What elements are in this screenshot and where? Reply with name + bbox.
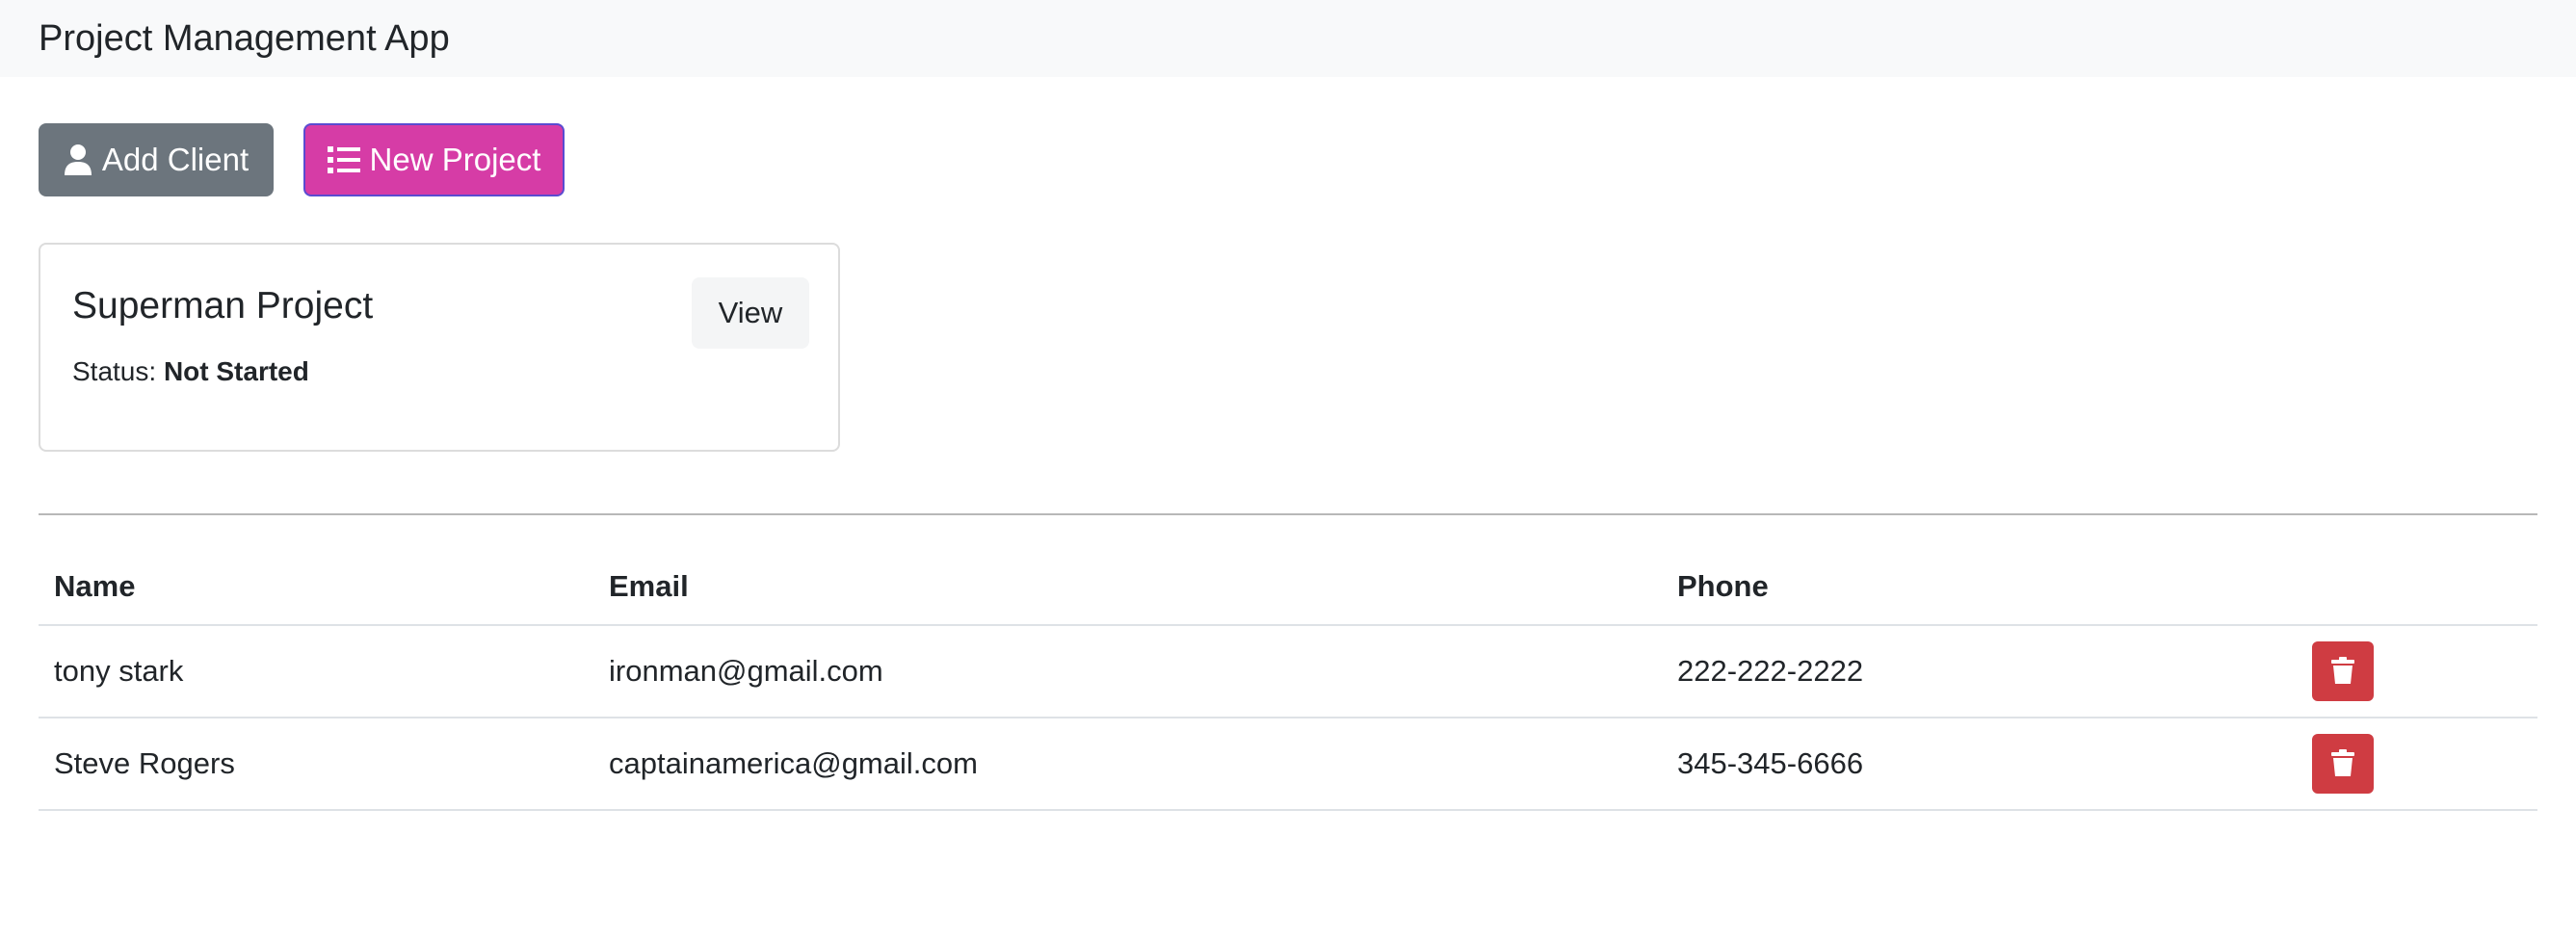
section-divider (39, 513, 2537, 515)
table-header-row: Name Email Phone (39, 549, 2537, 626)
header-email: Email (609, 569, 689, 603)
delete-client-button[interactable] (2312, 734, 2374, 794)
new-project-button[interactable]: New Project (303, 123, 565, 196)
client-name: Steve Rogers (54, 746, 235, 780)
list-icon (327, 145, 360, 174)
client-name: tony stark (54, 654, 184, 688)
status-value: Not Started (163, 356, 309, 386)
view-project-button[interactable]: View (692, 277, 809, 349)
add-client-label: Add Client (101, 142, 250, 177)
add-client-button[interactable]: Add Client (39, 123, 274, 196)
client-actions (2312, 718, 2374, 809)
new-project-label: New Project (369, 142, 541, 177)
project-title: Superman Project (72, 285, 374, 326)
clients-table: Name Email Phone tony stark ironman@gmai… (39, 549, 2537, 811)
delete-client-button[interactable] (2312, 641, 2374, 701)
status-label: Status: (72, 356, 157, 386)
project-card: Superman Project Status: Not Started Vie… (39, 243, 840, 452)
navbar: Project Management App (0, 0, 2576, 77)
project-status: Status: Not Started (72, 356, 309, 387)
client-email: ironman@gmail.com (609, 654, 883, 688)
client-actions (2312, 626, 2374, 717)
user-icon (64, 144, 92, 176)
client-phone: 222-222-2222 (1677, 654, 1864, 688)
trash-icon (2331, 748, 2354, 779)
header-name: Name (54, 569, 136, 603)
client-email: captainamerica@gmail.com (609, 746, 978, 780)
app-brand[interactable]: Project Management App (39, 17, 450, 60)
client-phone: 345-345-6666 (1677, 746, 1864, 780)
header-phone: Phone (1677, 569, 1769, 603)
trash-icon (2331, 656, 2354, 687)
table-row: Steve Rogers captainamerica@gmail.com 34… (39, 718, 2537, 811)
table-row: tony stark ironman@gmail.com 222-222-222… (39, 626, 2537, 718)
